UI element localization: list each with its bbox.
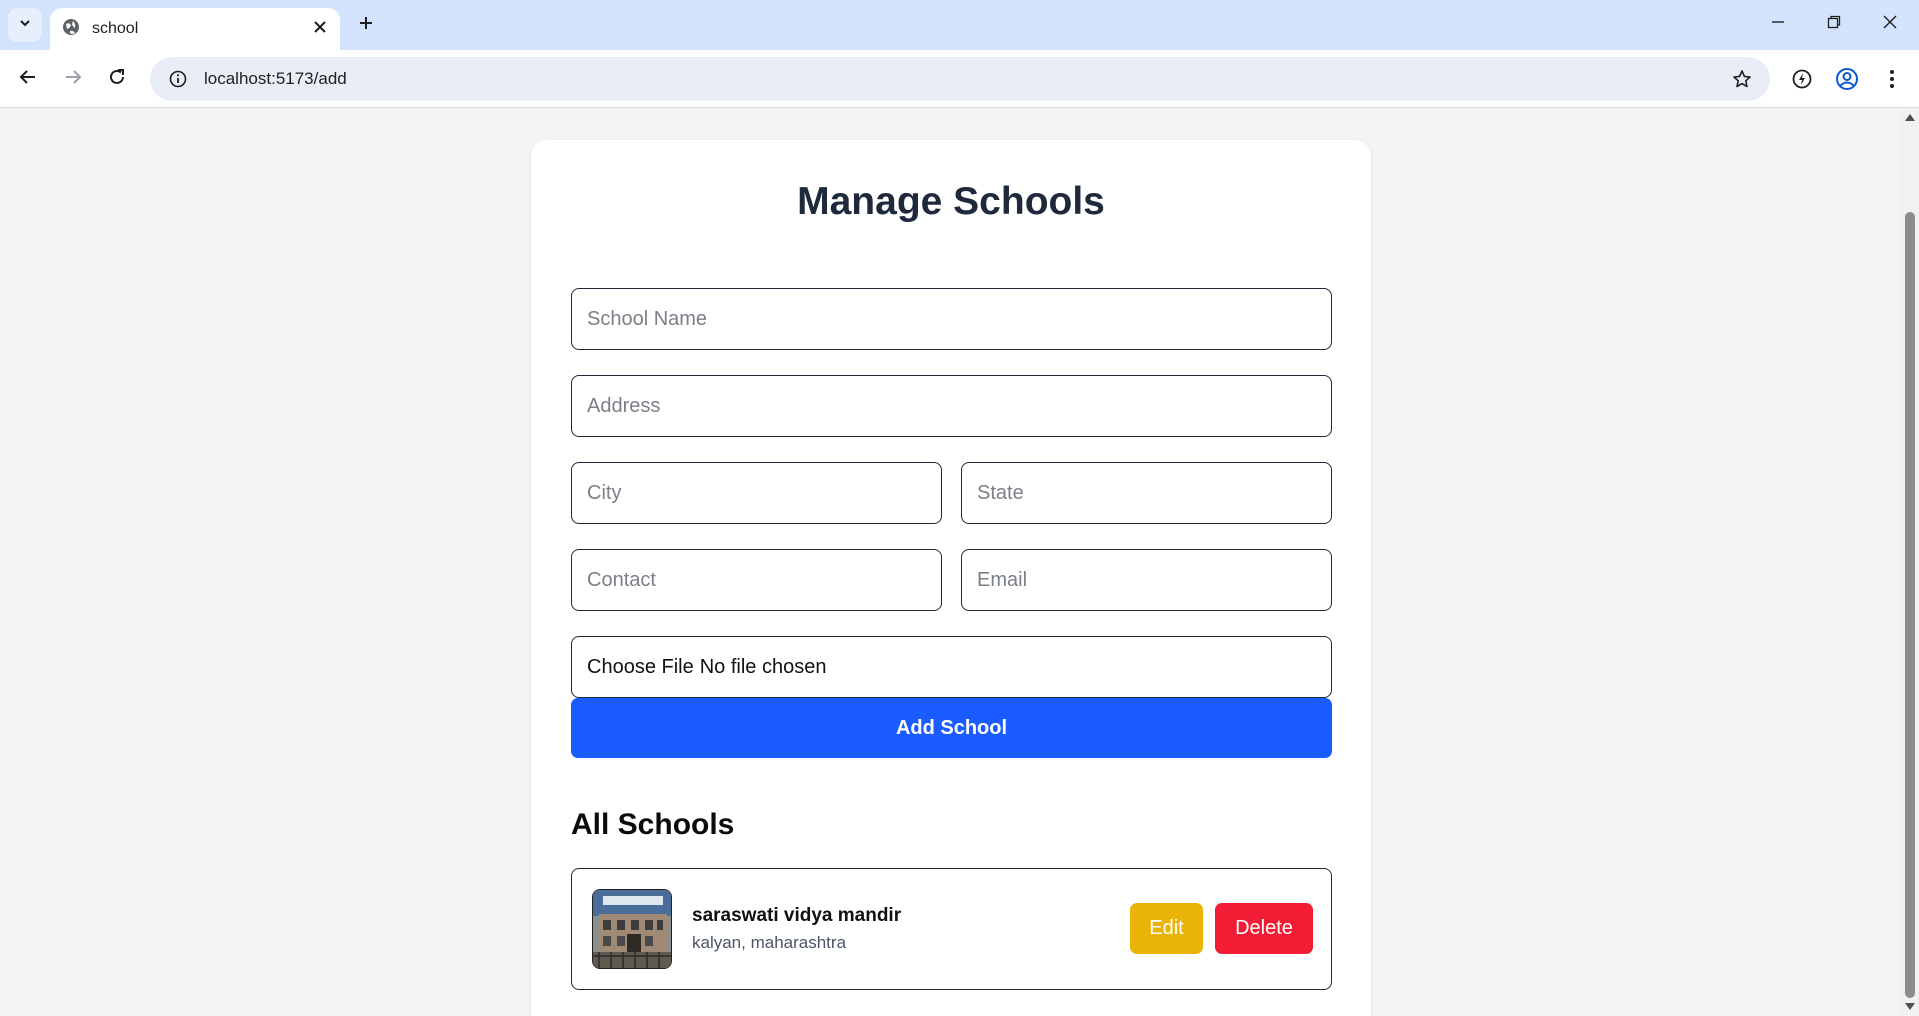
restore-button[interactable] [1812,6,1856,42]
address-input[interactable] [571,375,1332,437]
add-school-button[interactable]: Add School [571,698,1332,758]
scroll-up-arrow-icon[interactable] [1905,114,1915,121]
choose-file-button[interactable]: Choose File [587,656,694,679]
edit-school-button[interactable]: Edit [1130,903,1203,954]
browser-tab-strip: school [0,0,1919,50]
delete-school-button[interactable]: Delete [1215,903,1313,954]
back-button[interactable] [10,61,46,97]
scrollbar-thumb[interactable] [1905,212,1915,998]
profile-icon[interactable] [1829,61,1865,97]
school-location: kalyan, maharashtra [692,933,847,952]
manage-schools-card: Manage Schools Choose File No file chose… [531,140,1371,1016]
browser-toolbar: localhost:5173/add [0,50,1919,108]
school-name: saraswati vidya mandir [692,905,902,926]
file-status-text: No file chosen [699,655,827,678]
page-title: Manage Schools [797,180,1105,223]
restore-icon [1827,15,1841,34]
state-input[interactable] [961,462,1332,524]
school-name-input[interactable] [571,288,1332,350]
globe-icon [62,18,80,41]
close-window-button[interactable] [1868,6,1912,42]
close-icon [313,20,327,39]
new-tab-button[interactable] [352,11,380,39]
browser-tab[interactable]: school [50,8,340,50]
performance-icon[interactable] [1784,61,1820,97]
minimize-icon [1771,15,1785,34]
tab-search-button[interactable] [8,8,42,42]
tab-close-button[interactable] [308,17,332,41]
contact-input[interactable] [571,549,942,611]
reload-button[interactable] [99,61,135,97]
scroll-down-arrow-icon[interactable] [1905,1003,1915,1010]
school-list-item: saraswati vidya mandir kalyan, maharasht… [571,868,1332,990]
page-scrollbar[interactable] [1901,108,1919,1016]
chevron-down-icon [18,16,32,35]
kebab-menu-icon[interactable] [1874,61,1910,97]
address-bar[interactable]: localhost:5173/add [150,57,1770,101]
plus-icon [358,15,374,36]
school-thumbnail [592,889,672,969]
arrow-right-icon [64,68,82,91]
image-file-input[interactable]: Choose File No file chosen [571,636,1332,698]
close-window-icon [1883,15,1897,34]
city-input[interactable] [571,462,942,524]
url-text[interactable]: localhost:5173/add [204,69,1722,89]
forward-button[interactable] [55,61,91,97]
minimize-button[interactable] [1756,6,1800,42]
arrow-left-icon [19,68,37,91]
reload-icon [108,68,126,91]
star-icon[interactable] [1722,59,1762,99]
page-viewport: Manage Schools Choose File No file chose… [0,108,1900,1016]
all-schools-heading: All Schools [571,808,735,841]
tab-title: school [92,20,139,37]
info-icon[interactable] [156,57,200,101]
email-input[interactable] [961,549,1332,611]
